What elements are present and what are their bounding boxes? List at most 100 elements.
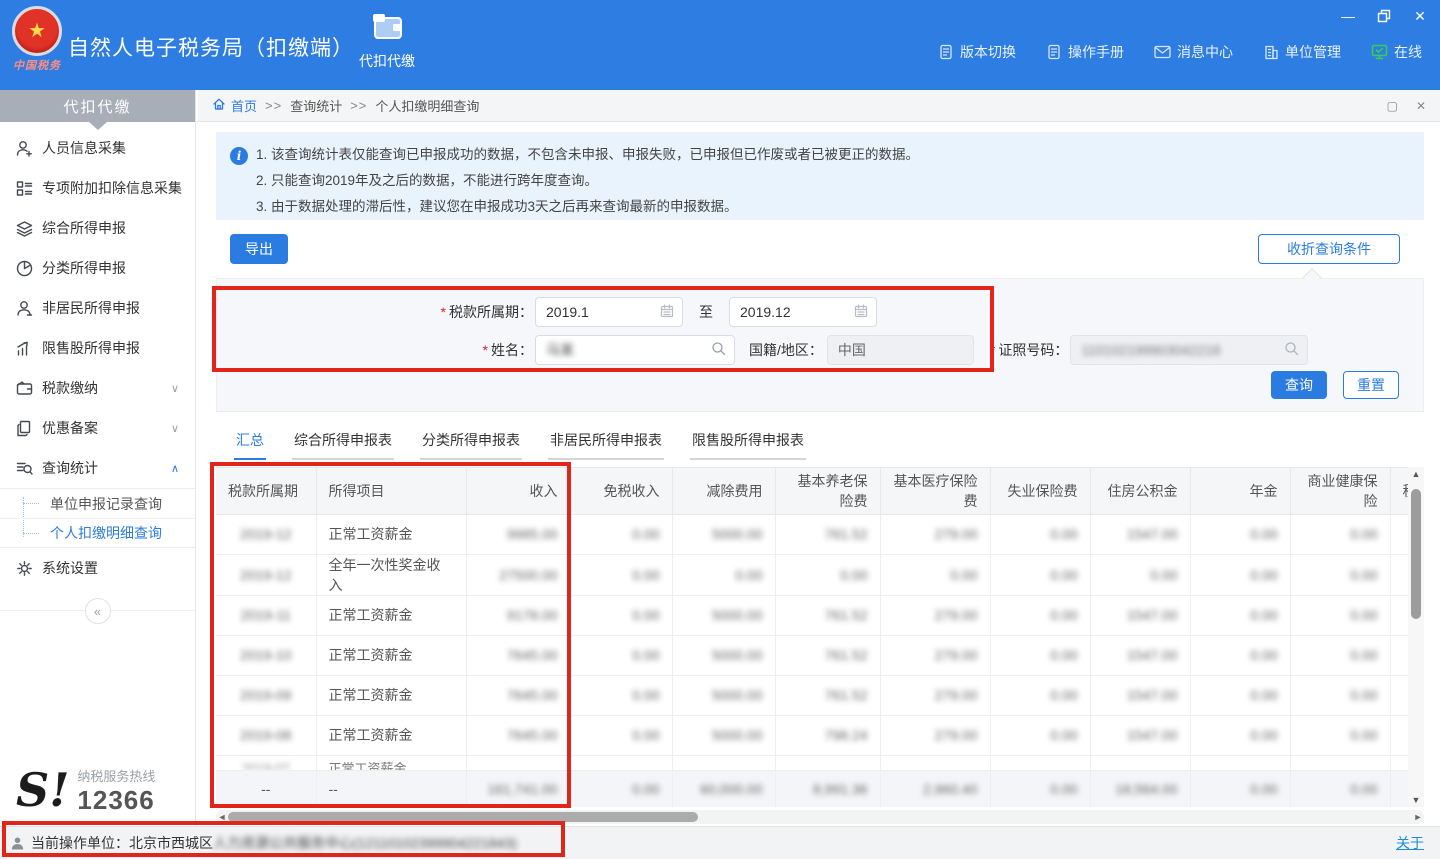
sidebar-item-nonresident-income[interactable]: 非居民所得申报 <box>0 288 195 328</box>
sidebar-item-preferential-filing[interactable]: 优惠备案 ∨ <box>0 408 195 448</box>
vertical-scroll-thumb[interactable] <box>1411 489 1421 619</box>
table-cell: 正常工资薪金 <box>316 595 466 635</box>
sidebar-item-unit-declaration-query[interactable]: 单位申报记录查询 <box>0 489 195 518</box>
search-button[interactable]: 查询 <box>1271 371 1327 399</box>
column-header: 收入 <box>466 468 570 514</box>
minimize-button[interactable]: — <box>1340 8 1356 24</box>
period-from-input[interactable]: 2019.1 <box>535 297 683 327</box>
sidebar-item-label: 系统设置 <box>42 558 98 578</box>
scroll-down-arrow[interactable]: ▼ <box>1408 793 1424 807</box>
table-cell <box>1390 514 1408 554</box>
brand-logo: ★ 中国税务 <box>8 6 66 73</box>
table-cell: 0.00 <box>1190 770 1290 807</box>
breadcrumb-separator: >> <box>265 98 282 113</box>
sidebar-item-label: 查询统计 <box>42 458 98 478</box>
table-cell: 1547.00 <box>1090 635 1190 675</box>
tab-nonresident-income[interactable]: 非居民所得申报表 <box>548 430 664 460</box>
online-status[interactable]: 在线 <box>1371 42 1422 62</box>
tab-classified-income[interactable]: 分类所得申报表 <box>420 430 522 460</box>
notice-line: 2. 只能查询2019年及之后的数据，不能进行跨年度查询。 <box>256 168 1410 194</box>
breadcrumb-separator: >> <box>350 98 367 113</box>
column-header: 住房公积金 <box>1090 468 1190 514</box>
notice-box: i 1. 该查询统计表仅能查询已申报成功的数据，不包含未申报、申报失败，已申报但… <box>216 132 1424 220</box>
table-cell: 0.00 <box>570 514 672 554</box>
table-cell: 798.24 <box>775 715 880 755</box>
breadcrumb-level2: 个人扣缴明细查询 <box>375 96 479 115</box>
sidebar-item-personnel-info[interactable]: 人员信息采集 <box>0 128 195 168</box>
window-controls: — ✕ <box>1340 8 1428 24</box>
table-cell: 7645.00 <box>466 715 570 755</box>
national-emblem-icon: ★ <box>12 6 62 56</box>
chevron-down-icon: ∨ <box>171 422 179 435</box>
message-center-button[interactable]: 消息中心 <box>1154 42 1233 62</box>
table-cell: 1547.00 <box>1090 675 1190 715</box>
table-cell: 5000.00 <box>672 595 775 635</box>
page-close-icon[interactable]: ✕ <box>1416 99 1426 113</box>
table-cell <box>990 755 1090 770</box>
table-header-row: 税款所属期所得项目收入免税收入减除费用基本养老保险费基本医疗保险费失业保险费住房… <box>216 468 1408 514</box>
sidebar-item-comprehensive-income[interactable]: 综合所得申报 <box>0 208 195 248</box>
bar-chart-icon <box>14 338 34 358</box>
horizontal-scrollbar[interactable]: ◄ ► <box>216 810 1424 824</box>
column-header: 基本医疗保险费 <box>880 468 990 514</box>
mail-icon <box>1154 45 1171 59</box>
period-label: *税款所属期： <box>217 302 533 322</box>
horizontal-scroll-thumb[interactable] <box>228 812 698 822</box>
name-input[interactable]: 马某 <box>535 335 735 365</box>
module-tab-withholding[interactable]: 代扣代缴 <box>344 12 430 71</box>
scroll-left-arrow[interactable]: ◄ <box>216 810 228 824</box>
sidebar-item-query-statistics[interactable]: 查询统计 ∧ <box>0 448 195 488</box>
id-number-input: 110102199903042218 <box>1070 335 1308 365</box>
close-button[interactable]: ✕ <box>1412 8 1428 24</box>
reset-button[interactable]: 重置 <box>1343 371 1399 399</box>
scroll-up-arrow[interactable]: ▲ <box>1408 467 1424 481</box>
table-cell: 27500.00 <box>466 554 570 595</box>
about-link[interactable]: 关于 <box>1396 833 1424 853</box>
vertical-scrollbar[interactable]: ▲ ▼ <box>1408 467 1424 807</box>
table-cell: 0.00 <box>570 675 672 715</box>
table-cell: 5000.00 <box>672 514 775 554</box>
sidebar-header-tab[interactable]: 代扣代缴 <box>0 90 195 122</box>
table-cell <box>1390 635 1408 675</box>
sidebar: 代扣代缴 人员信息采集 专项附加扣除信息采集 综合所得申报 <box>0 90 196 826</box>
scroll-right-arrow[interactable]: ► <box>1412 810 1424 824</box>
sidebar-item-label: 非居民所得申报 <box>42 298 140 318</box>
page-maximize-icon[interactable]: ▢ <box>1387 99 1398 113</box>
version-switch-button[interactable]: 版本切换 <box>938 42 1016 62</box>
sidebar-item-personal-withholding-detail-query[interactable]: 个人扣缴明细查询 <box>0 518 195 547</box>
sidebar-item-tax-payment[interactable]: 税款缴纳 ∨ <box>0 368 195 408</box>
table-cell: -- <box>216 770 316 807</box>
sidebar-item-restricted-shares[interactable]: 限售股所得申报 <box>0 328 195 368</box>
tab-restricted-shares[interactable]: 限售股所得申报表 <box>690 430 806 460</box>
sidebar-item-special-deduction[interactable]: 专项附加扣除信息采集 <box>0 168 195 208</box>
search-list-icon <box>14 458 34 478</box>
table-row: 2019-12正常工资薪金9985.000.005000.00761.52279… <box>216 514 1408 554</box>
table-cell: 0.00 <box>990 514 1090 554</box>
person-icon <box>10 836 25 851</box>
manual-button[interactable]: 操作手册 <box>1046 42 1124 62</box>
building-icon <box>1263 45 1279 60</box>
breadcrumb-home-link[interactable]: 首页 <box>212 96 257 115</box>
column-header: 商业健康保险 <box>1290 468 1390 514</box>
main-content: i 1. 该查询统计表仅能查询已申报成功的数据，不包含未申报、申报失败，已申报但… <box>196 122 1440 826</box>
table-row: 2019-08正常工资薪金7645.000.005000.00798.24279… <box>216 715 1408 755</box>
table-cell <box>1390 770 1408 807</box>
toggle-query-conditions-button[interactable]: 收折查询条件 <box>1258 234 1400 264</box>
notice-line: 1. 该查询统计表仅能查询已申报成功的数据，不包含未申报、申报失败，已申报但已作… <box>256 142 1410 168</box>
export-button[interactable]: 导出 <box>230 234 288 264</box>
tab-summary[interactable]: 汇总 <box>234 430 266 460</box>
table-cell: 0.00 <box>1190 554 1290 595</box>
sidebar-subitem-label: 个人扣缴明细查询 <box>50 523 162 543</box>
table-cell: 9985.00 <box>466 514 570 554</box>
sidebar-item-classified-income[interactable]: 分类所得申报 <box>0 248 195 288</box>
restore-button[interactable] <box>1376 8 1392 24</box>
home-icon <box>212 97 226 114</box>
period-to-input[interactable]: 2019.12 <box>729 297 877 327</box>
breadcrumb-level1: 查询统计 <box>290 96 342 115</box>
tab-comprehensive-income[interactable]: 综合所得申报表 <box>292 430 394 460</box>
sidebar-item-system-settings[interactable]: 系统设置 <box>0 548 195 588</box>
table-cell: 正常工资薪金 <box>316 755 466 770</box>
hotline-logo: S! <box>16 770 69 811</box>
sidebar-collapse-button[interactable]: « <box>85 598 111 624</box>
unit-management-button[interactable]: 单位管理 <box>1263 42 1341 62</box>
